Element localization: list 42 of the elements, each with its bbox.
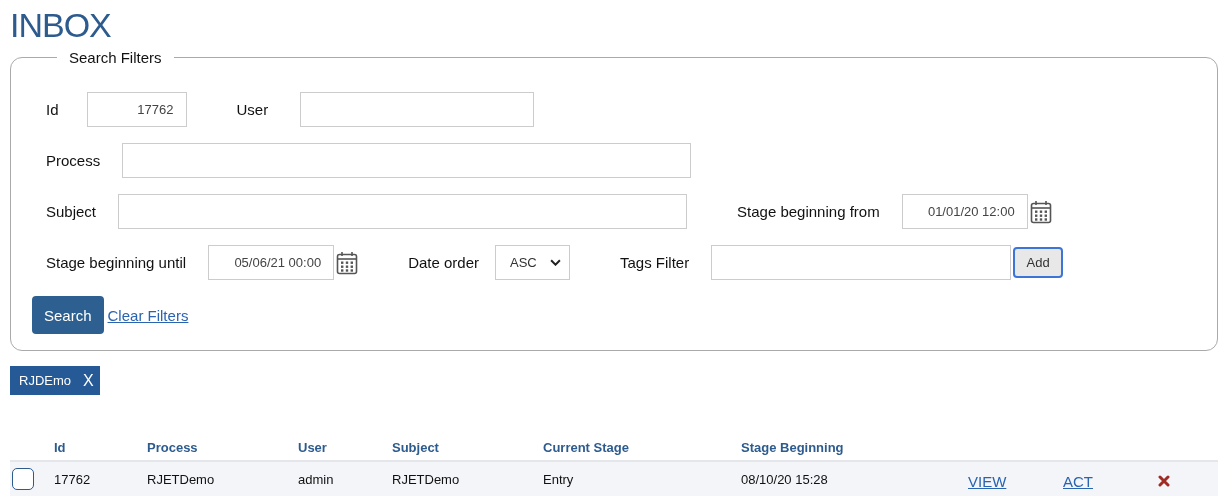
process-field[interactable] [122,143,692,178]
subject-field[interactable] [118,194,688,229]
column-header: Stage Beginning [741,440,845,455]
date-order-select[interactable]: ASC [495,245,570,280]
calendar-icon[interactable] [1029,199,1052,224]
calendar-icon[interactable] [336,250,359,275]
field-label: Date order [408,254,479,271]
date-field[interactable]: 01/01/20 12:00 [901,194,1028,229]
field-label: Id [46,101,59,118]
table-cell-text: admin [298,471,335,487]
remove-tag-button[interactable]: X [83,371,94,390]
chevron-down-icon [550,259,561,266]
search-button[interactable]: Search [32,296,104,334]
column-header: Subject [392,440,440,455]
user-field[interactable] [300,92,535,127]
date-field[interactable]: 05/06/21 00:00 [208,245,335,280]
act-link[interactable]: ACT [1063,472,1093,490]
field-label: Stage beginning until [46,254,187,271]
row-checkbox[interactable] [12,468,34,490]
table-cell-text: 08/10/20 15:28 [741,471,829,487]
table-cell-text: 17762 [54,471,92,487]
field-label: Process [46,152,101,169]
field-label: Subject [46,203,97,220]
field-label: Stage beginning from [737,203,880,220]
table-cell-text: Entry [543,471,575,487]
page-title: INBOX [10,5,112,45]
delete-icon[interactable] [1158,475,1170,487]
field-label: User [236,101,269,118]
column-header: Process [147,440,199,455]
column-header: Id [54,440,67,455]
column-header: User [298,440,328,455]
clear-filters-link[interactable]: Clear Filters [107,306,189,324]
column-header: Current Stage [543,440,630,455]
tag-label: RJDEmo [19,373,71,388]
table-cell-text: RJETDemo [147,471,216,487]
field-label: Tags Filter [620,254,690,271]
id-field[interactable]: 17762 [86,92,187,127]
add-button[interactable]: Add [1013,247,1064,278]
panel-legend: Search Filters [57,49,174,66]
view-link[interactable]: VIEW [968,472,1007,490]
tags-field[interactable] [711,245,1012,280]
table-cell-text: RJETDemo [392,471,461,487]
